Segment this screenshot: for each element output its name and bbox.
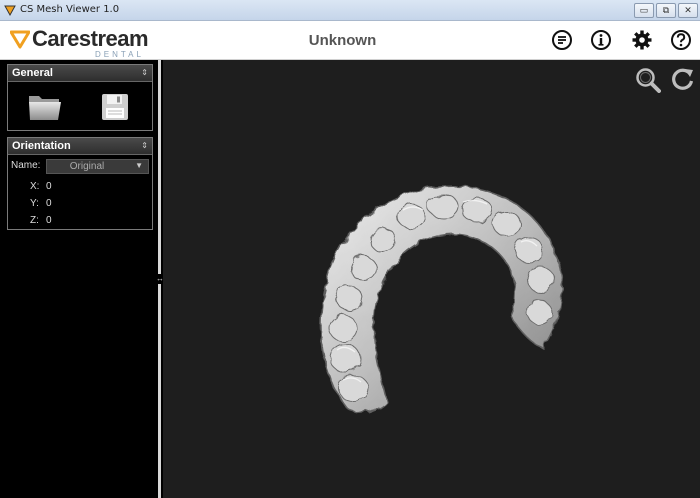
orientation-name-value: Original — [69, 161, 105, 172]
folder-icon[interactable] — [28, 92, 62, 122]
orientation-panel-header[interactable]: Orientation ⇕ — [8, 138, 152, 155]
gear-icon[interactable] — [631, 29, 653, 51]
dental-arch-mesh[interactable] — [313, 170, 583, 425]
3d-viewport[interactable] — [163, 60, 700, 498]
z-value: 0 — [46, 215, 52, 226]
app-window: CS Mesh Viewer 1.0 ▭ ⧉ ✕ Carestream DENT… — [0, 0, 700, 498]
chevron-down-icon[interactable]: ▼ — [135, 161, 143, 170]
x-label: X: — [30, 181, 40, 192]
general-panel-title: General — [12, 67, 53, 79]
info-icon[interactable] — [590, 29, 612, 51]
reset-view-icon[interactable] — [671, 67, 695, 91]
name-label: Name: — [11, 160, 41, 171]
window-title: CS Mesh Viewer 1.0 — [20, 4, 120, 15]
orientation-panel: Orientation ⇕ Name: Original ▼ X: 0 Y: 0… — [7, 137, 153, 230]
sidebar: General ⇕ Orientation ⇕ Name: Original ▼… — [0, 60, 160, 498]
notes-icon[interactable] — [551, 29, 573, 51]
app-icon — [4, 5, 16, 17]
title-bar: CS Mesh Viewer 1.0 ▭ ⧉ ✕ — [0, 0, 700, 21]
zoom-icon[interactable] — [635, 67, 661, 93]
y-value: 0 — [46, 198, 52, 209]
maximize-button[interactable]: ⧉ — [656, 3, 676, 18]
close-button[interactable]: ✕ — [678, 3, 698, 18]
collapse-arrow-icon[interactable]: ⇕ — [141, 141, 148, 150]
general-panel: General ⇕ — [7, 64, 153, 131]
y-label: Y: — [30, 198, 39, 209]
carestream-logo: Carestream DENTAL — [10, 26, 149, 59]
general-panel-header[interactable]: General ⇕ — [8, 65, 152, 82]
x-value: 0 — [46, 181, 52, 192]
logo-text: Carestream — [32, 26, 149, 51]
minimize-button[interactable]: ▭ — [634, 3, 654, 18]
save-icon[interactable] — [101, 93, 129, 121]
orientation-panel-title: Orientation — [12, 140, 71, 152]
help-icon[interactable] — [670, 29, 692, 51]
orientation-name-select[interactable]: Original ▼ — [46, 159, 149, 174]
logo-subtext: DENTAL — [95, 50, 144, 59]
logo-mark-icon — [10, 30, 30, 49]
app-header: Carestream DENTAL Unknown — [0, 21, 700, 60]
splitter-grip-icon[interactable]: ↔ — [156, 274, 164, 284]
z-label: Z: — [30, 215, 39, 226]
page-title: Unknown — [308, 32, 377, 49]
collapse-arrow-icon[interactable]: ⇕ — [141, 68, 148, 77]
